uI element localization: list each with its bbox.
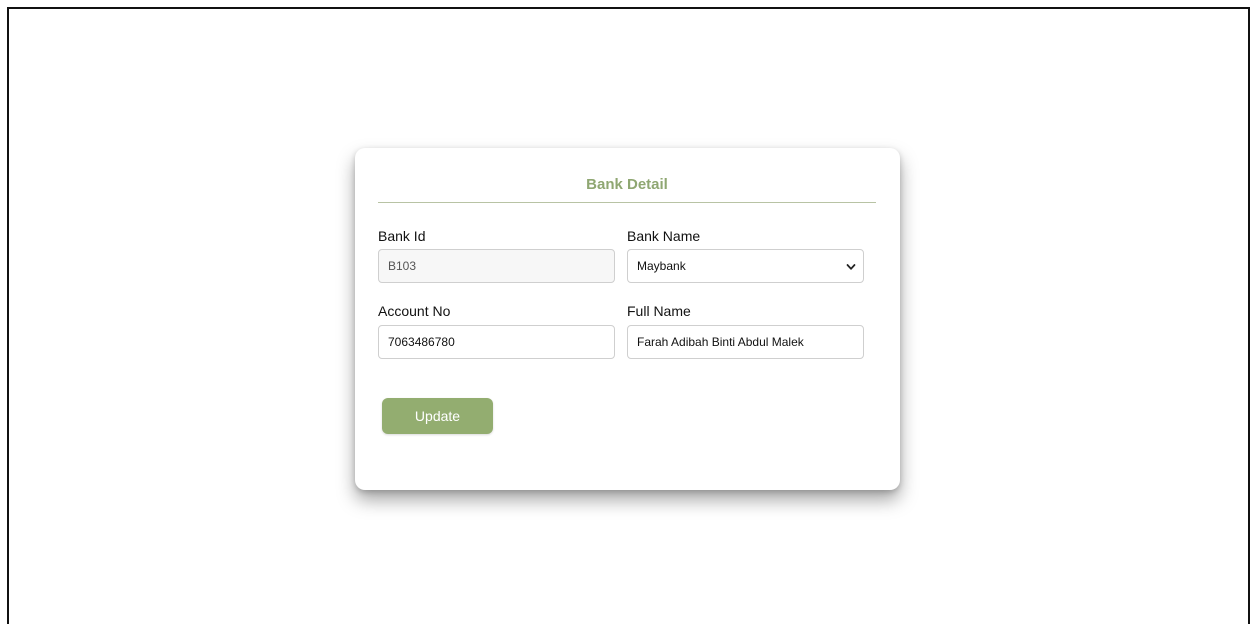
account-no-field[interactable]: 7063486780 — [378, 325, 615, 359]
bank-name-select[interactable]: Maybank — [627, 249, 864, 283]
bank-detail-card: Bank Detail Bank Id B103 Bank Name Mayba… — [355, 148, 900, 490]
full-name-value: Farah Adibah Binti Abdul Malek — [637, 335, 804, 349]
card-title: Bank Detail — [586, 176, 668, 193]
bank-id-value: B103 — [388, 259, 417, 273]
bank-name-label: Bank Name — [627, 228, 701, 244]
bank-id-field[interactable]: B103 — [378, 249, 615, 283]
chevron-down-icon — [846, 264, 856, 270]
account-no-value: 7063486780 — [388, 335, 455, 349]
full-name-label: Full Name — [627, 303, 691, 319]
title-divider — [378, 202, 876, 203]
bank-name-value: Maybank — [637, 259, 686, 273]
bank-id-label: Bank Id — [378, 228, 426, 244]
full-name-field[interactable]: Farah Adibah Binti Abdul Malek — [627, 325, 864, 359]
update-button[interactable]: Update — [382, 398, 493, 434]
account-no-label: Account No — [378, 303, 451, 319]
